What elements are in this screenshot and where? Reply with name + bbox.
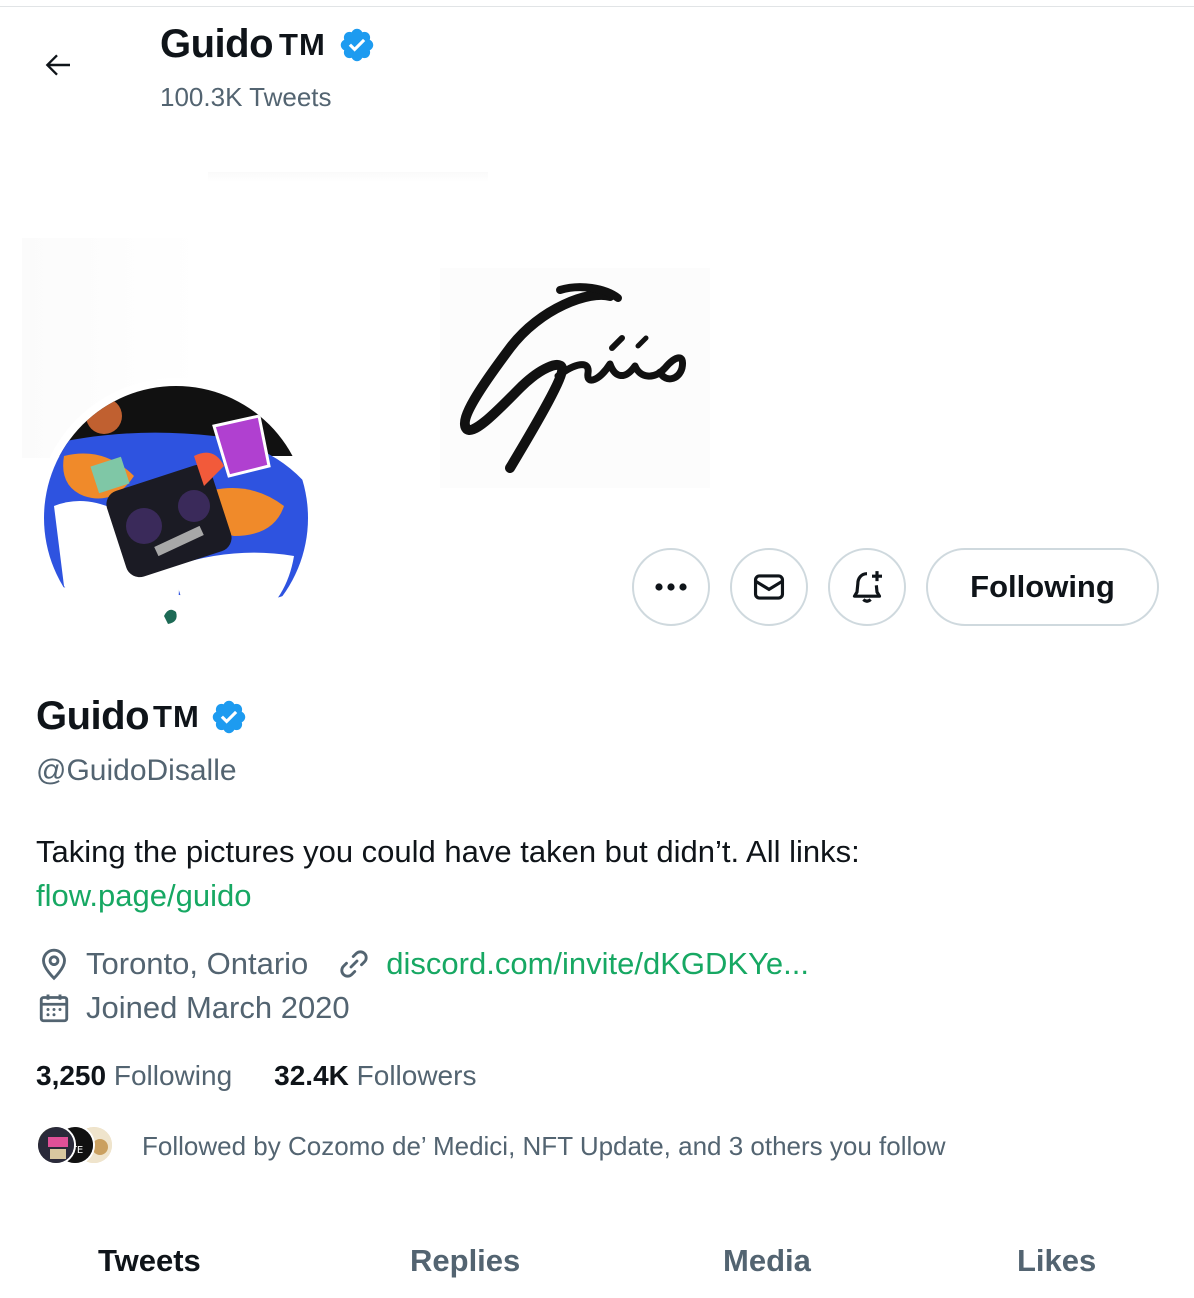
profile-bio: Taking the pictures you could have taken… <box>36 830 1136 918</box>
header-tm-mark: TM <box>279 26 326 62</box>
verified-badge-icon <box>212 700 246 733</box>
profile-joined-row: Joined March 2020 <box>36 990 350 1026</box>
link-icon <box>336 946 372 982</box>
more-options-button[interactable] <box>632 548 710 626</box>
banner-signature-image <box>440 268 710 488</box>
header-name-text: Guido <box>160 22 274 66</box>
bio-text: Taking the pictures you could have taken… <box>36 834 860 869</box>
followed-by-row: TE Followed by Cozomo de’ Medici, NFT Up… <box>36 1125 946 1167</box>
following-label: Following <box>113 1060 233 1091</box>
tab-replies[interactable]: Replies <box>410 1243 520 1279</box>
back-button[interactable] <box>30 40 86 90</box>
tab-tweets[interactable]: Tweets <box>98 1243 201 1279</box>
profile-handle: @GuidoDisalle <box>36 754 237 787</box>
followers-count: 32.4K <box>274 1060 349 1091</box>
followers-label: Followers <box>356 1060 477 1091</box>
tab-likes[interactable]: Likes <box>1017 1243 1096 1279</box>
profile-website-link[interactable]: discord.com/invite/dKGDKYe... <box>386 946 809 982</box>
header-display-name: Guido TM <box>160 22 376 67</box>
notifications-button[interactable] <box>828 548 906 626</box>
profile-tm-mark: TM <box>153 698 200 734</box>
envelope-icon <box>753 574 785 600</box>
followers-count-link[interactable]: 32.4K Followers <box>274 1060 476 1092</box>
follow-stats: 3,250 Following 32.4K Followers <box>36 1060 476 1092</box>
mutual-avatar-1[interactable] <box>36 1125 76 1165</box>
signature-logo <box>459 283 687 473</box>
following-count-link[interactable]: 3,250 Following <box>36 1060 232 1092</box>
profile-meta-row: Toronto, Ontario discord.com/invite/dKGD… <box>36 946 809 982</box>
profile-header: Guido TM 100.3K Tweets <box>0 0 1194 130</box>
following-count: 3,250 <box>36 1060 107 1091</box>
tab-media[interactable]: Media <box>723 1243 811 1279</box>
followed-by-avatars: TE <box>36 1125 118 1167</box>
back-arrow-icon <box>45 54 70 76</box>
avatar-artwork <box>44 386 308 650</box>
banner-frame-top <box>208 172 488 182</box>
followed-by-text[interactable]: Followed by Cozomo de’ Medici, NFT Updat… <box>142 1131 946 1162</box>
calendar-icon <box>36 990 72 1026</box>
header-tweet-count: 100.3K Tweets <box>160 82 332 112</box>
profile-avatar[interactable] <box>36 378 316 658</box>
profile-name-text: Guido <box>36 694 150 738</box>
profile-location: Toronto, Ontario <box>86 946 309 981</box>
more-dots-icon <box>655 583 687 591</box>
bell-plus-icon <box>852 571 882 603</box>
profile-display-name: Guido TM <box>36 694 248 739</box>
following-button[interactable]: Following <box>926 548 1159 626</box>
profile-joined-date: Joined March 2020 <box>86 990 350 1025</box>
verified-badge-icon <box>340 28 374 61</box>
bio-link[interactable]: flow.page/guido <box>36 878 251 913</box>
location-pin-icon <box>36 946 72 982</box>
message-button[interactable] <box>730 548 808 626</box>
